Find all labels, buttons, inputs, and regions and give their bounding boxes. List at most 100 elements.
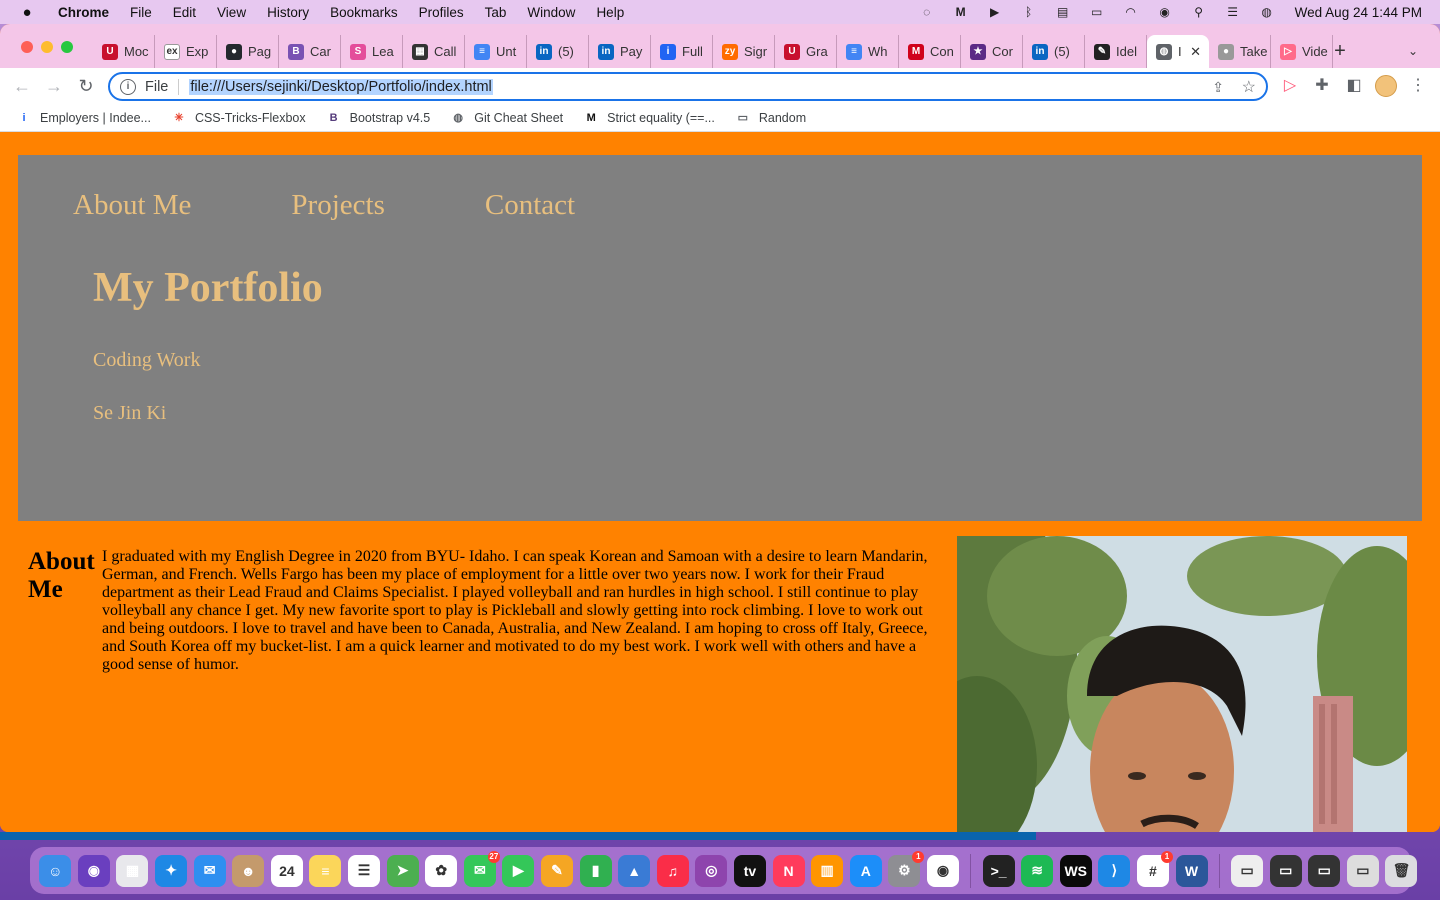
tab[interactable]: B Car [279,35,341,68]
reload-button[interactable]: ↻ [76,76,96,96]
apple-tv-icon[interactable]: tv [733,854,766,887]
bookmark-item[interactable]: ◍ Git Cheat Sheet [450,110,563,126]
photos-icon[interactable]: ✿ [425,854,458,887]
system-preferences-icon[interactable]: ⚙ 1 [888,850,925,887]
word-icon[interactable]: W [1175,854,1208,887]
menu-view[interactable]: View [217,5,246,20]
minimize-window-button[interactable] [41,41,53,53]
site-info-icon[interactable]: i [120,78,136,95]
chrome-menu-icon[interactable]: ⋮ [1408,77,1428,95]
tab[interactable]: ★ Cor [961,35,1023,68]
spotify-icon[interactable]: ≋ [1021,854,1054,887]
menu-window[interactable]: Window [527,5,575,20]
notes-icon[interactable]: ≡ [309,854,342,887]
app-store-icon[interactable]: A [849,854,882,887]
contacts-icon[interactable]: ☻ [232,854,265,887]
loading-icon[interactable]: ◌ [919,5,935,19]
nav-link-contact[interactable]: Contact [485,189,575,222]
facetime-icon[interactable]: ▶ [502,854,535,887]
finder-icon[interactable]: ☺ [39,854,72,887]
battery-icon[interactable]: ▭ [1089,5,1105,19]
safari-icon[interactable]: ✦ [155,854,188,887]
bluetooth-icon[interactable]: ᛒ [1021,5,1037,19]
tab[interactable]: ≡ Wh [837,35,899,68]
bookmark-item[interactable]: ▭ Random [735,110,806,126]
tab[interactable]: zy Sigr [713,35,775,68]
menu-help[interactable]: Help [596,5,624,20]
window-thumbnail-icon[interactable]: ▭ [1346,854,1379,887]
chrome-icon[interactable]: ◉ [926,854,959,887]
books-icon[interactable]: ▥ [811,854,844,887]
webstorm-icon[interactable]: WS [1059,854,1092,887]
trash-icon[interactable]: 🗑 [1385,854,1418,887]
new-tab-button[interactable]: + [1330,41,1350,61]
address-url[interactable]: file:///Users/sejinki/Desktop/Portfolio/… [189,78,493,95]
nav-link-projects[interactable]: Projects [291,189,384,222]
podcasts-icon[interactable]: ◎ [695,854,728,887]
reminders-icon[interactable]: ☰ [348,854,381,887]
tab[interactable]: i Full [651,35,713,68]
menu-tab[interactable]: Tab [485,5,507,20]
tab[interactable]: S Lea [341,35,403,68]
tab[interactable]: ▦ Call [403,35,465,68]
side-panel-icon[interactable]: ◧ [1344,77,1364,95]
play-icon[interactable]: ▶ [987,5,1003,19]
extension-video-icon[interactable]: ▷ [1280,77,1300,95]
calendar-icon[interactable]: 24 [270,854,303,887]
maps-icon[interactable]: ➤ [386,854,419,887]
menu-profiles[interactable]: Profiles [419,5,464,20]
menu-file[interactable]: File [130,5,152,20]
tab[interactable]: ● Pag [217,35,279,68]
menubar-clock[interactable]: Wed Aug 24 1:44 PM [1295,5,1422,20]
tab[interactable]: U Gra [775,35,837,68]
menu-app-name[interactable]: Chrome [58,5,109,20]
user-icon[interactable]: ◉ [1157,5,1173,19]
window-thumbnail-icon[interactable]: ▭ [1308,854,1341,887]
tab[interactable]: in Pay [589,35,651,68]
bookmark-item[interactable]: i Employers | Indee... [16,110,150,126]
siri-icon[interactable]: ◉ [77,854,110,887]
extensions-puzzle-icon[interactable]: ✚ [1312,77,1332,95]
bookmark-item[interactable]: B Bootstrap v4.5 [326,110,431,126]
music-icon[interactable]: ♫ [656,854,689,887]
messages-icon[interactable]: ✉ 27 [463,850,500,887]
bookmark-item[interactable]: ✳ CSS-Tricks-Flexbox [171,110,305,126]
back-button[interactable]: ← [12,76,32,96]
m-app-icon[interactable]: M [953,5,969,19]
profile-avatar[interactable] [1375,75,1397,97]
tab[interactable]: ● Take [1209,35,1271,68]
menu-bookmarks[interactable]: Bookmarks [330,5,398,20]
control-center-icon[interactable]: ☰ [1225,5,1241,19]
spotlight-search-icon[interactable]: ⚲ [1191,5,1207,19]
close-window-button[interactable] [21,41,33,53]
tab[interactable]: ▷ Vide [1271,35,1333,68]
launchpad-icon[interactable]: ▦ [116,854,149,887]
wifi-icon[interactable]: ◠ [1123,5,1139,19]
share-icon[interactable]: ⇪ [1212,79,1224,96]
siri-icon[interactable]: ◍ [1259,5,1275,19]
pages-icon[interactable]: ✎ [541,854,574,887]
tab[interactable]: ex Exp [155,35,217,68]
mail-icon[interactable]: ✉ [193,854,226,887]
flag-icon[interactable]: ▤ [1055,5,1071,19]
apple-menu-icon[interactable]: ● [18,4,36,21]
news-icon[interactable]: N [772,854,805,887]
bookmark-item[interactable]: M Strict equality (==... [583,110,715,126]
numbers-icon[interactable]: ▮ [579,854,612,887]
tab[interactable]: ✎ Idel [1085,35,1147,68]
menu-edit[interactable]: Edit [173,5,196,20]
tab[interactable]: ≡ Unt [465,35,527,68]
address-bar[interactable]: i File file:///Users/sejinki/Desktop/Por… [108,72,1268,101]
nav-link-about-me[interactable]: About Me [73,189,191,222]
tab[interactable]: M Con [899,35,961,68]
terminal-icon[interactable]: >_ [982,854,1015,887]
tab-search-chevron-icon[interactable]: ⌄ [1408,44,1418,58]
close-tab-icon[interactable]: ✕ [1190,44,1201,60]
tab-active[interactable]: ◍ I ✕ [1147,35,1209,68]
tab[interactable]: in (5) [527,35,589,68]
tab[interactable]: U Moc [93,35,155,68]
keynote-icon[interactable]: ▲ [618,854,651,887]
vscode-icon[interactable]: ⟩ [1098,854,1131,887]
window-thumbnail-icon[interactable]: ▭ [1231,854,1264,887]
slack-icon[interactable]: #1 [1136,850,1173,887]
